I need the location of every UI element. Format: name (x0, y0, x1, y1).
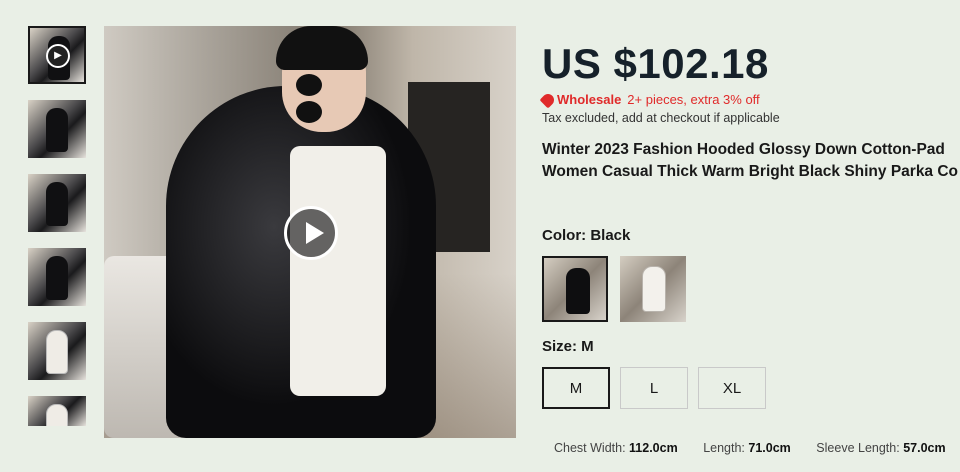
length: Length: 71.0cm (703, 441, 794, 455)
chest-width-value: 112.0cm (629, 441, 678, 455)
size-label: Size: M (542, 338, 594, 355)
thumbnail-image[interactable] (28, 174, 86, 232)
sleeve-length-value: 57.0cm (903, 441, 946, 455)
thumbnail-figure (46, 108, 68, 152)
swatch-figure (566, 268, 590, 314)
size-option-xl[interactable]: XL (698, 367, 766, 409)
size-option-l[interactable]: L (620, 367, 688, 409)
thumbnail-figure (46, 182, 68, 226)
product-title-line-2: Women Casual Thick Warm Bright Black Shi… (542, 163, 959, 180)
thumbnail-image[interactable] (28, 100, 86, 158)
size-measurements: Chest Width: 112.0cm Length: 71.0cm Slee… (554, 441, 960, 455)
wholesale-badge: Wholesale (539, 91, 622, 108)
size-option-m[interactable]: M (542, 367, 610, 409)
thumbnail-figure (46, 330, 68, 374)
length-label: Length: (703, 441, 745, 455)
wholesale-label: Wholesale (557, 92, 622, 107)
main-product-image[interactable] (104, 26, 516, 438)
sleeve-length-label: Sleeve Length: (816, 441, 900, 455)
wholesale-promo: Wholesale 2+ pieces, extra 3% off (539, 91, 960, 108)
chest-width: Chest Width: 112.0cm (554, 441, 681, 455)
swatch-figure (642, 266, 666, 312)
product-info: US $102.18 Wholesale 2+ pieces, extra 3%… (539, 38, 960, 409)
play-video-button[interactable] (284, 206, 338, 260)
wholesale-offer: 2+ pieces, extra 3% off (627, 92, 760, 107)
color-swatch-black[interactable] (542, 256, 608, 322)
chest-width-label: Chest Width: (554, 441, 626, 455)
thumbnail-image[interactable] (28, 396, 86, 426)
play-icon: ▶ (46, 44, 70, 68)
sunglasses (296, 74, 360, 123)
white-shirt (290, 146, 386, 396)
color-swatch-white[interactable] (620, 256, 686, 322)
thumbnail-list: ▶ (28, 26, 90, 442)
tax-note: Tax excluded, add at checkout if applica… (542, 111, 780, 125)
thumbnail-video[interactable]: ▶ (28, 26, 86, 84)
model-hat (276, 26, 368, 70)
thumbnail-figure (46, 404, 68, 426)
size-options: M L XL (542, 367, 960, 409)
thumbnail-image[interactable] (28, 322, 86, 380)
color-label: Color: Black (542, 227, 631, 244)
color-swatches (542, 256, 960, 322)
price: US $102.18 (542, 40, 769, 87)
thumbnail-image[interactable] (28, 248, 86, 306)
length-value: 71.0cm (748, 441, 791, 455)
product-title: Winter 2023 Fashion Hooded Glossy Down C… (542, 139, 960, 183)
product-title-line-1: Winter 2023 Fashion Hooded Glossy Down C… (542, 141, 945, 158)
thumbnail-figure (46, 256, 68, 300)
sleeve-length: Sleeve Length: 57.0cm (816, 441, 945, 455)
tag-icon (539, 91, 557, 108)
